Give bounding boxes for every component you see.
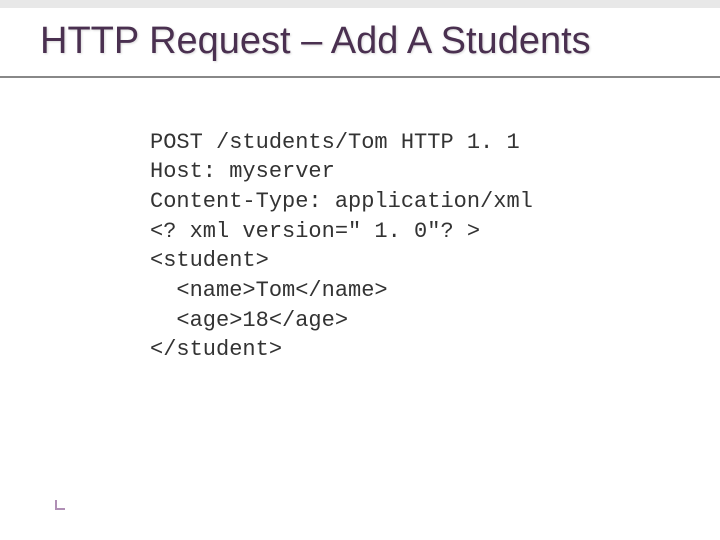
- code-line-6: <name>Tom</name>: [150, 278, 388, 303]
- code-line-8: </student>: [150, 337, 282, 362]
- title-container: HTTP Request – Add A Students: [0, 0, 720, 78]
- code-block: POST /students/Tom HTTP 1. 1 Host: myser…: [150, 128, 720, 366]
- code-line-1: POST /students/Tom HTTP 1. 1: [150, 130, 520, 155]
- accent-corner-decoration: [55, 500, 65, 510]
- slide-title: HTTP Request – Add A Students: [40, 18, 680, 66]
- code-line-3: Content-Type: application/xml: [150, 189, 533, 214]
- code-line-5: <student>: [150, 248, 269, 273]
- code-line-2: Host: myserver: [150, 159, 335, 184]
- top-decoration-bar: [0, 0, 720, 8]
- code-line-7: <age>18</age>: [150, 308, 348, 333]
- code-line-4: <? xml version=" 1. 0"? >: [150, 219, 480, 244]
